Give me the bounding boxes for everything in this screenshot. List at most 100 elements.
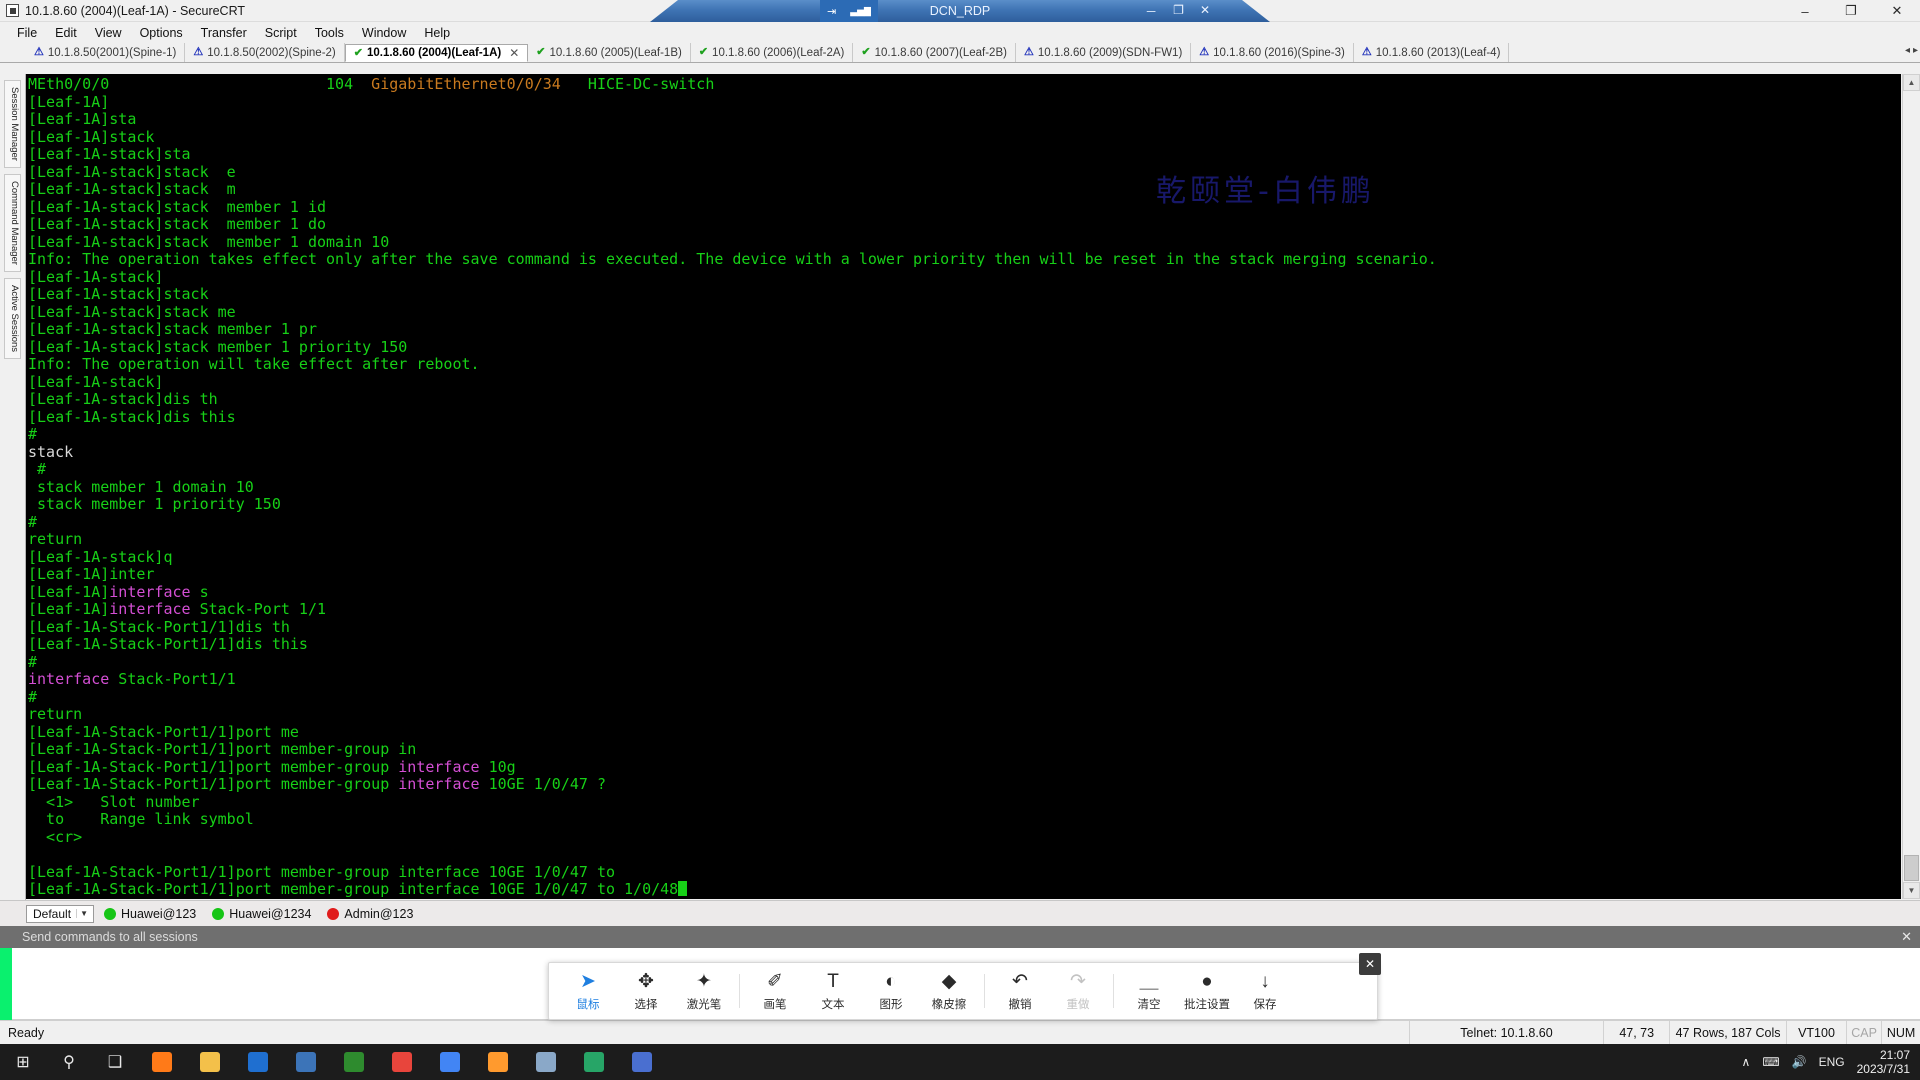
tab-scroll-controls[interactable]: ◂ ▸ (1905, 45, 1918, 56)
folder-blue-icon (296, 1052, 316, 1072)
status-dimensions: 47 Rows, 187 Cols (1669, 1020, 1786, 1045)
taskbar-app-folder-blue[interactable] (282, 1044, 330, 1080)
status-dot-red (327, 907, 340, 920)
side-rail: Session Manager Command Manager Active S… (0, 74, 26, 900)
taskbar-app-notes[interactable] (570, 1044, 618, 1080)
menu-item-view[interactable]: View (86, 24, 131, 42)
rdp-minimize-button[interactable]: － (1145, 3, 1157, 20)
credential-label-3: Admin@123 (344, 906, 414, 921)
taskbar-app-browser-dark[interactable] (234, 1044, 282, 1080)
annotation-tool-annotation-settings[interactable]: ● 批注设置 (1178, 964, 1236, 1018)
securecrt-icon (344, 1052, 364, 1072)
credential-chip-3[interactable]: Admin@123 (327, 907, 413, 921)
terminal-text: # (28, 425, 38, 443)
language-indicator[interactable]: ENG (1819, 1055, 1845, 1069)
volume-icon[interactable]: 🔊 (1792, 1055, 1807, 1069)
annotation-tool-save-download[interactable]: ↓ 保存 (1236, 964, 1294, 1018)
session-tab-6[interactable]: ⚠ 10.1.8.60 (2009)(SDN-FW1) (1015, 43, 1192, 62)
terminal-text: [Leaf-1A-stack] (28, 267, 164, 286)
profile-select[interactable]: Default ▼ (26, 904, 94, 923)
credential-chip-2[interactable]: Huawei@1234 (212, 907, 311, 921)
terminal-line: [Leaf-1A]interface s (28, 582, 1901, 602)
toolbar-separator (1113, 974, 1114, 1008)
annotation-tool-label: 重做 (1066, 998, 1090, 1011)
annotation-tool-label: 批注设置 (1184, 998, 1230, 1011)
rail-tab-active-sessions[interactable]: Active Sessions (4, 277, 21, 359)
annotation-toolbar-close-icon[interactable]: ✕ (1359, 953, 1381, 975)
task-view-icon[interactable]: ❑ (92, 1044, 138, 1080)
session-tab-7[interactable]: ⚠ 10.1.8.60 (2016)(Spine-3) (1191, 43, 1354, 62)
search-icon[interactable]: ⚲ (46, 1044, 92, 1080)
rdp-close-button[interactable]: ✕ (1200, 3, 1210, 20)
session-tab-8[interactable]: ⚠ 10.1.8.60 (2013)(Leaf-4) (1353, 43, 1510, 62)
annotation-tool-shape[interactable]: ◐ 图形 (862, 964, 920, 1018)
status-ready: Ready (8, 1025, 45, 1040)
taskbar-app-rdp[interactable] (522, 1044, 570, 1080)
annotation-tool-brush[interactable]: ✐ 画笔 (746, 964, 804, 1018)
windows-taskbar: ⊞ ⚲ ❑ ∧ ⌨ 🔊 ENG 21:07 2023/7/31 (0, 1044, 1920, 1080)
rdp-restore-button[interactable]: ❐ (1173, 3, 1184, 20)
network-icon[interactable]: ⌨ (1762, 1055, 1779, 1069)
taskbar-app-chrome-2[interactable] (426, 1044, 474, 1080)
terminal-text: # (28, 652, 38, 671)
trash-icon: ＿ (1139, 970, 1159, 992)
chevron-down-icon[interactable]: ▼ (76, 909, 91, 918)
minimize-button[interactable]: – (1782, 0, 1828, 22)
annotation-tool-cursor-arrow[interactable]: ➤ 鼠标 (559, 964, 617, 1018)
close-icon[interactable]: ✕ (1901, 929, 1912, 945)
taskbar-app-teams[interactable] (618, 1044, 666, 1080)
terminal-text: MEth0/0/0 (28, 75, 327, 93)
tab-scroll-left-icon[interactable]: ◂ (1905, 45, 1910, 56)
annotation-tool-laser-pen[interactable]: ✦ 激光笔 (675, 964, 733, 1018)
annotation-tool-move-select[interactable]: ✥ 选择 (617, 964, 675, 1018)
terminal-line: [Leaf-1A-stack] (28, 373, 1901, 392)
credential-chip-1[interactable]: Huawei@123 (104, 907, 196, 921)
menu-item-help[interactable]: Help (415, 24, 459, 42)
taskbar-app-file-explorer[interactable] (186, 1044, 234, 1080)
rail-tab-command-manager[interactable]: Command Manager (4, 173, 21, 272)
terminal-line: # (28, 460, 1901, 479)
annotation-tool-undo[interactable]: ↶ 撤销 (991, 964, 1049, 1018)
session-tab-2[interactable]: ✔ 10.1.8.60 (2004)(Leaf-1A) ✕ (344, 44, 529, 62)
menu-item-tools[interactable]: Tools (306, 24, 353, 42)
scroll-down-icon[interactable]: ▼ (1903, 882, 1920, 899)
tray-chevron-icon[interactable]: ∧ (1742, 1055, 1751, 1069)
start-button-icon[interactable]: ⊞ (0, 1044, 46, 1080)
menu-item-transfer[interactable]: Transfer (192, 24, 256, 42)
scrollbar-thumb[interactable] (1904, 855, 1919, 881)
scroll-up-icon[interactable]: ▲ (1903, 74, 1920, 91)
menu-item-options[interactable]: Options (131, 24, 192, 42)
menu-item-script[interactable]: Script (256, 24, 306, 42)
tab-close-icon[interactable]: ✕ (509, 46, 519, 60)
session-tab-1[interactable]: ⚠ 10.1.8.50(2002)(Spine-2) (185, 43, 345, 62)
session-tab-0[interactable]: ⚠ 10.1.8.50(2001)(Spine-1) (26, 43, 186, 62)
session-tab-3[interactable]: ✔ 10.1.8.60 (2005)(Leaf-1B) (528, 43, 691, 62)
menu-item-window[interactable]: Window (353, 24, 415, 42)
annotation-tool-eraser[interactable]: ◆ 橡皮擦 (920, 964, 978, 1018)
close-button[interactable]: ✕ (1874, 0, 1920, 22)
terminal-line: [Leaf-1A-stack]stack member 1 pr (28, 320, 1901, 339)
taskbar-app-firefox-2[interactable] (474, 1044, 522, 1080)
tab-scroll-right-icon[interactable]: ▸ (1913, 45, 1918, 56)
maximize-button[interactable]: ❐ (1828, 0, 1874, 22)
annotation-tool-trash[interactable]: ＿ 清空 (1120, 964, 1178, 1018)
terminal-output[interactable]: MEth0/0/0 104 GigabitEthernet0/0/34 HICE… (26, 74, 1901, 899)
terminal-text: interface (109, 582, 191, 601)
text-icon: T (827, 970, 839, 992)
annotation-tool-text[interactable]: T 文本 (804, 964, 862, 1018)
session-tab-label: 10.1.8.50(2001)(Spine-1) (47, 46, 177, 59)
terminal-text: interface (109, 600, 191, 618)
taskbar-app-securecrt[interactable] (330, 1044, 378, 1080)
taskbar-app-firefox[interactable] (138, 1044, 186, 1080)
session-tab-5[interactable]: ✔ 10.1.8.60 (2007)(Leaf-2B) (853, 43, 1016, 62)
terminal-scrollbar[interactable]: ▲ ▼ (1902, 74, 1920, 899)
move-select-icon: ✥ (638, 970, 654, 992)
rail-tab-session-manager[interactable]: Session Manager (4, 80, 21, 168)
taskbar-app-chrome[interactable] (378, 1044, 426, 1080)
clock[interactable]: 21:07 2023/7/31 (1857, 1048, 1910, 1076)
session-tab-4[interactable]: ✔ 10.1.8.60 (2006)(Leaf-2A) (690, 43, 854, 62)
terminal-text: 10GE 1/0/47 ? (479, 775, 606, 793)
credential-label-1: Huawei@123 (121, 906, 197, 921)
menu-item-file[interactable]: File (8, 24, 46, 42)
menu-item-edit[interactable]: Edit (46, 24, 86, 42)
